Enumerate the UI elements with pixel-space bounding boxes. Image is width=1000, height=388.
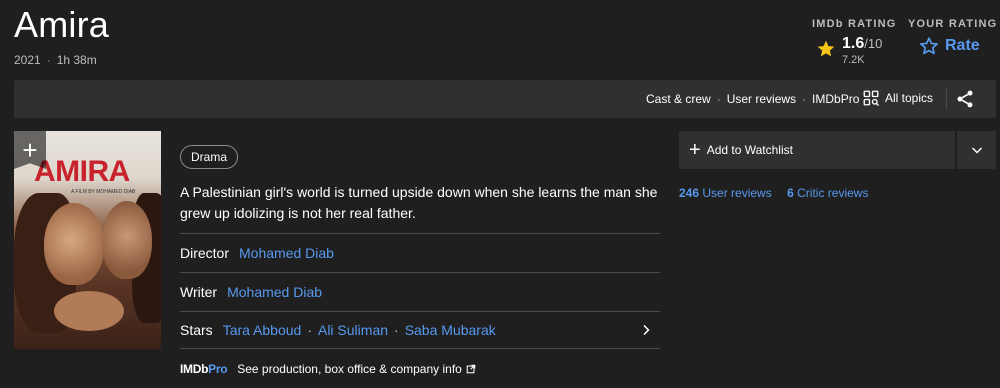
reviews-links: 246 User reviews 6 Critic reviews xyxy=(679,186,880,200)
page-title: Amira xyxy=(14,4,110,45)
meta-separator: · xyxy=(46,53,51,67)
writer-link[interactable]: Mohamed Diab xyxy=(227,284,322,300)
critic-reviews-link[interactable]: 6 Critic reviews xyxy=(787,186,868,200)
subnav-links: Cast & crew · User reviews · IMDbPro xyxy=(646,92,859,106)
imdbpro-logo-pro: Pro xyxy=(208,362,228,376)
star-link[interactable]: Saba Mubarak xyxy=(405,322,496,338)
rate-label: Rate xyxy=(945,37,980,54)
user-reviews-label: User reviews xyxy=(702,186,772,200)
imdb-rating-button[interactable]: 1.6/10 7.2K xyxy=(816,35,882,66)
imdbpro-logo: IMDbPro xyxy=(180,362,228,376)
runtime: 1h 38m xyxy=(56,53,97,67)
subnav-separator: · xyxy=(716,92,721,106)
rate-button[interactable]: Rate xyxy=(919,36,980,56)
grid-search-icon xyxy=(863,90,879,106)
add-to-watchlist-button[interactable]: + Add to Watchlist xyxy=(679,131,955,169)
subnav-imdbpro-link[interactable]: IMDbPro xyxy=(812,92,859,106)
share-icon[interactable] xyxy=(955,89,975,109)
star-outline-icon xyxy=(920,37,938,55)
subnav-user-reviews-link[interactable]: User reviews xyxy=(727,92,796,106)
director-label[interactable]: Director xyxy=(180,245,229,261)
user-reviews-count: 246 xyxy=(679,186,700,200)
writer-label[interactable]: Writer xyxy=(180,284,217,300)
imdbpro-logo-imdb: IMDb xyxy=(180,362,209,376)
poster-figure xyxy=(102,201,152,279)
poster-figure xyxy=(54,291,124,331)
imdb-rating-label: IMDb RATING xyxy=(812,18,897,30)
watchlist-dropdown-button[interactable] xyxy=(957,131,996,169)
writer-row: Writer Mohamed Diab xyxy=(180,272,660,310)
subnav-separator: · xyxy=(802,92,807,106)
watchlist-label: Add to Watchlist xyxy=(706,143,793,157)
director-link[interactable]: Mohamed Diab xyxy=(239,245,334,261)
rating-scale: /10 xyxy=(864,36,883,51)
star-link[interactable]: Ali Suliman xyxy=(318,322,388,338)
subnav-bar: Cast & crew · User reviews · IMDbPro All top… xyxy=(14,80,996,118)
stars-row: Stars Tara Abboud · Ali Suliman · Saba Mubar… xyxy=(180,311,660,349)
user-reviews-link[interactable]: 246 User reviews xyxy=(679,186,772,200)
stars-separator: · xyxy=(307,322,312,338)
all-topics-label: All topics xyxy=(885,91,934,105)
all-topics-button[interactable]: All topics xyxy=(862,89,933,107)
stars-separator: · xyxy=(394,322,399,338)
critic-reviews-count: 6 xyxy=(787,186,794,200)
star-icon xyxy=(817,40,835,57)
rating-votes: 7.2K xyxy=(842,54,865,66)
subnav-cast-crew-link[interactable]: Cast & crew xyxy=(646,92,711,106)
critic-reviews-label: Critic reviews xyxy=(797,186,869,200)
chevron-down-icon xyxy=(971,147,982,154)
external-link-icon xyxy=(466,364,476,374)
imdbpro-text: See production, box office & company inf… xyxy=(237,362,462,376)
poster-subtitle: A FILM BY MOHAMED DIAB xyxy=(71,189,136,195)
star-link[interactable]: Tara Abboud xyxy=(223,322,302,338)
poster-figure xyxy=(44,203,104,285)
stars-label[interactable]: Stars xyxy=(180,322,213,338)
chevron-right-icon[interactable] xyxy=(640,324,652,336)
director-row: Director Mohamed Diab xyxy=(180,233,660,271)
subnav-divider xyxy=(946,88,947,110)
poster-title: AMIRA xyxy=(34,155,130,188)
title-meta: 2021 · 1h 38m xyxy=(14,53,97,67)
release-year[interactable]: 2021 xyxy=(14,53,41,67)
plus-icon: + xyxy=(689,139,701,161)
genre-chip[interactable]: Drama xyxy=(180,145,239,169)
imdbpro-promo[interactable]: IMDbPro See production, box office & com… xyxy=(180,362,476,376)
your-rating-label: YOUR RATING xyxy=(908,18,998,30)
plot-summary: A Palestinian girl's world is turned ups… xyxy=(180,184,658,221)
rating-score: 1.6 xyxy=(842,35,865,52)
